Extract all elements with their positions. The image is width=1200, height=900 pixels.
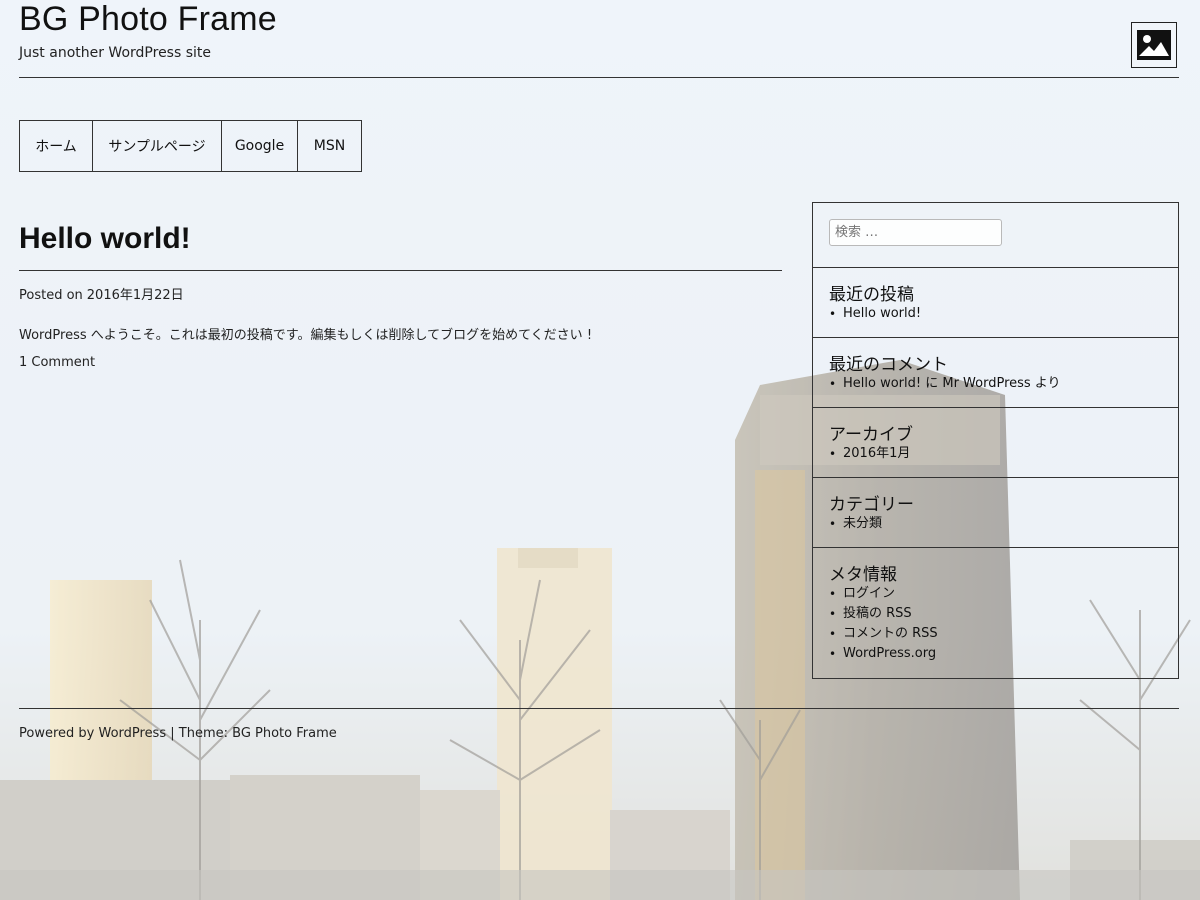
list-item[interactable]: 投稿の RSS	[829, 604, 938, 624]
widget-categories: カテゴリー 未分類	[813, 477, 1178, 547]
list-item[interactable]: ログイン	[829, 584, 938, 604]
sidebar: 最近の投稿 Hello world! 最近のコメント Hello world! …	[812, 202, 1179, 679]
header-divider	[19, 77, 1179, 78]
post-title-divider	[19, 270, 782, 271]
theme-credit[interactable]: Theme: BG Photo Frame	[179, 726, 337, 741]
widget-list: Hello world!	[829, 304, 921, 324]
site-footer: Powered by WordPress | Theme: BG Photo F…	[19, 726, 337, 741]
widget-title: 最近の投稿	[829, 285, 914, 305]
nav-item-sample-page[interactable]: サンプルページ	[93, 121, 222, 171]
post-date-link[interactable]: 2016年1月22日	[87, 288, 184, 303]
post-meta: Posted on 2016年1月22日	[19, 284, 184, 303]
widget-title: アーカイブ	[829, 425, 913, 445]
widget-recent-posts: 最近の投稿 Hello world!	[813, 267, 1178, 337]
widget-list: Hello world! に Mr WordPress より	[829, 374, 1061, 394]
nav-item-msn[interactable]: MSN	[298, 121, 361, 171]
list-item[interactable]: 未分類	[829, 514, 882, 534]
widget-meta: メタ情報 ログイン 投稿の RSS コメントの RSS WordPress.or…	[813, 547, 1178, 678]
search-widget	[813, 203, 1178, 267]
site-description: Just another WordPress site	[19, 45, 212, 61]
post-title[interactable]: Hello world!	[19, 222, 191, 256]
list-item[interactable]: WordPress.org	[829, 644, 938, 664]
footer-separator: |	[170, 726, 175, 741]
post-content: WordPress へようこそ。これは最初の投稿です。編集もしくは削除してブログ…	[19, 328, 593, 343]
widget-list: ログイン 投稿の RSS コメントの RSS WordPress.org	[829, 584, 938, 664]
widget-list: 未分類	[829, 514, 882, 534]
footer-divider	[19, 708, 1179, 709]
powered-by-link[interactable]: Powered by WordPress	[19, 726, 166, 741]
posted-on-label: Posted on	[19, 288, 83, 303]
list-item[interactable]: Hello world!	[829, 304, 921, 324]
widget-recent-comments: 最近のコメント Hello world! に Mr WordPress より	[813, 337, 1178, 407]
image-icon-glyph	[1137, 30, 1171, 60]
nav-item-google[interactable]: Google	[222, 121, 298, 171]
widget-title: 最近のコメント	[829, 355, 948, 375]
widget-list: 2016年1月	[829, 444, 910, 464]
page: BG Photo Frame Just another WordPress si…	[0, 0, 1200, 900]
widget-archives: アーカイブ 2016年1月	[813, 407, 1178, 477]
widget-title: メタ情報	[829, 565, 897, 585]
search-input[interactable]	[829, 219, 1002, 246]
main-navigation: ホーム サンプルページ Google MSN	[19, 120, 362, 172]
comments-link[interactable]: 1 Comment	[19, 355, 95, 370]
widget-title: カテゴリー	[829, 495, 914, 515]
list-item[interactable]: Hello world! に Mr WordPress より	[829, 374, 1061, 394]
image-icon[interactable]	[1131, 22, 1177, 68]
list-item[interactable]: コメントの RSS	[829, 624, 938, 644]
site-title[interactable]: BG Photo Frame	[19, 0, 277, 39]
nav-item-home[interactable]: ホーム	[20, 121, 93, 171]
list-item[interactable]: 2016年1月	[829, 444, 910, 464]
